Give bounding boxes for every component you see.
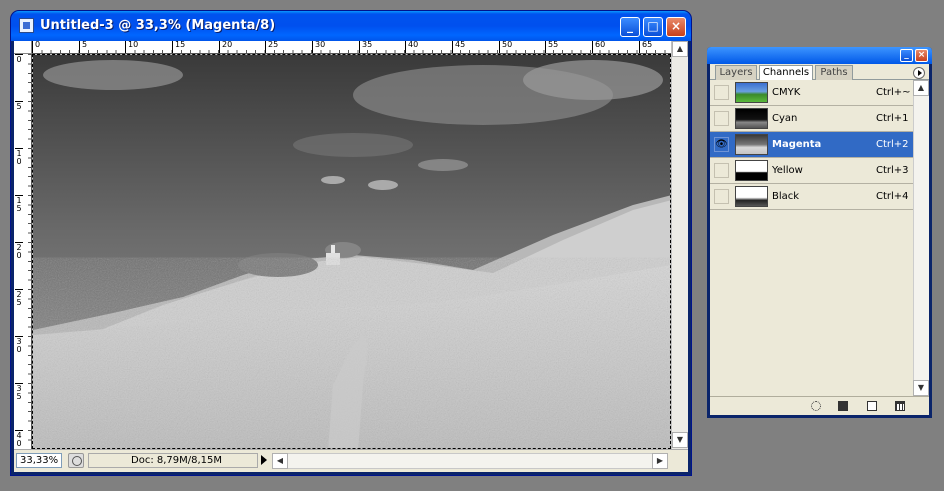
palette-titlebar[interactable]: _ ×	[707, 47, 932, 64]
channel-name: Cyan	[772, 113, 798, 124]
channel-shortcut: Ctrl+~	[876, 87, 911, 98]
ruler-tick-label: 25	[15, 289, 23, 307]
status-bar: 33,33% Doc: 8,79M/8,15M ◀ ▶	[14, 449, 688, 472]
close-button[interactable]: ×	[666, 17, 686, 37]
save-selection-icon[interactable]	[838, 401, 848, 411]
ruler-tick-label: 60	[592, 41, 605, 53]
status-menu-arrow-icon[interactable]	[261, 455, 267, 465]
image-canvas[interactable]	[32, 54, 671, 449]
ruler-tick-label: 0	[15, 54, 23, 64]
visibility-toggle[interactable]	[714, 163, 729, 178]
scroll-up-button[interactable]: ▲	[913, 80, 929, 96]
ruler-tick-label: 40	[405, 41, 418, 53]
horizontal-scrollbar[interactable]: ◀ ▶	[272, 453, 668, 469]
document-title: Untitled-3 @ 33,3% (Magenta/8)	[40, 18, 276, 33]
channel-thumbnail	[735, 82, 768, 103]
visibility-toggle[interactable]	[714, 85, 729, 100]
eye-icon[interactable]: 👁	[714, 137, 729, 152]
scroll-right-button[interactable]: ▶	[652, 453, 668, 469]
ruler-tick-label: 10	[125, 41, 138, 53]
vertical-ruler[interactable]: 0 5 10 15 20 25 30 35 40	[14, 54, 32, 449]
vertical-scrollbar[interactable]: ▲ ▼	[671, 41, 688, 449]
channel-shortcut: Ctrl+4	[876, 191, 909, 202]
channel-row-cmyk[interactable]: CMYK Ctrl+~	[710, 80, 913, 106]
channel-row-yellow[interactable]: Yellow Ctrl+3	[710, 158, 913, 184]
palette-body: Layers Channels Paths CMYK Ctrl+~ Cyan C…	[710, 64, 929, 415]
ruler-tick-label: 20	[219, 41, 232, 53]
horizontal-ruler[interactable]: 0 5 10 15 20 25 30 35 40 45 50 55 60 65	[32, 41, 671, 54]
palette-tabs: Layers Channels Paths	[710, 64, 929, 81]
palette-menu-icon[interactable]	[913, 67, 925, 79]
ruler-tick-label: 15	[172, 41, 185, 53]
document-titlebar[interactable]: Untitled-3 @ 33,3% (Magenta/8) _ □ ×	[11, 11, 691, 41]
channel-thumbnail	[735, 108, 768, 129]
channel-name: Black	[772, 191, 800, 202]
channels-palette: _ × Layers Channels Paths CMYK Ctrl+~ Cy…	[707, 47, 932, 418]
ruler-tick-label: 25	[265, 41, 278, 53]
doc-info: Doc: 8,79M/8,15M	[88, 453, 258, 468]
ruler-tick-label: 65	[639, 41, 652, 53]
palette-scrollbar[interactable]: ▲ ▼	[913, 80, 929, 396]
photoshop-doc-icon	[19, 18, 34, 33]
channel-name: Magenta	[772, 139, 822, 150]
scroll-left-button[interactable]: ◀	[272, 453, 288, 469]
document-body: 0 5 10 15 20 25 30 35 40 45 50 55 60 65 …	[14, 41, 688, 472]
new-channel-icon[interactable]	[867, 401, 877, 411]
palette-minimize-button[interactable]: _	[900, 49, 913, 62]
tab-layers[interactable]: Layers	[715, 65, 757, 80]
channel-shortcut: Ctrl+1	[876, 113, 909, 124]
ruler-tick-label: 55	[545, 41, 558, 53]
channel-name: Yellow	[772, 165, 803, 176]
channel-thumbnail	[735, 160, 768, 181]
palette-close-button[interactable]: ×	[915, 49, 928, 62]
channel-row-black[interactable]: Black Ctrl+4	[710, 184, 913, 210]
ruler-tick-label: 45	[452, 41, 465, 53]
ruler-tick-label: 10	[15, 148, 23, 166]
channel-thumbnail	[735, 134, 768, 155]
ruler-tick-label: 15	[15, 195, 23, 213]
channel-name: CMYK	[772, 87, 801, 98]
maximize-button[interactable]: □	[643, 17, 663, 37]
load-selection-icon[interactable]	[811, 401, 821, 411]
ruler-tick-label: 35	[359, 41, 372, 53]
visibility-toggle[interactable]	[714, 189, 729, 204]
minimize-button[interactable]: _	[620, 17, 640, 37]
document-window: Untitled-3 @ 33,3% (Magenta/8) _ □ × 0 5…	[11, 11, 691, 475]
scroll-down-button[interactable]: ▼	[672, 432, 688, 448]
channel-shortcut: Ctrl+3	[876, 165, 909, 176]
ruler-tick-label: 5	[15, 101, 23, 111]
delete-channel-icon[interactable]	[895, 401, 905, 411]
channel-thumbnail	[735, 186, 768, 207]
palette-footer	[710, 396, 929, 415]
magenta-channel-image	[33, 55, 670, 448]
tab-channels[interactable]: Channels	[759, 65, 813, 81]
channel-row-magenta[interactable]: 👁 Magenta Ctrl+2	[710, 132, 913, 158]
scroll-up-button[interactable]: ▲	[672, 41, 688, 57]
status-icon[interactable]	[68, 453, 84, 468]
scroll-down-button[interactable]: ▼	[913, 380, 929, 396]
channel-row-cyan[interactable]: Cyan Ctrl+1	[710, 106, 913, 132]
ruler-tick-label: 20	[15, 242, 23, 260]
visibility-toggle[interactable]	[714, 111, 729, 126]
ruler-tick-label: 5	[79, 41, 87, 53]
zoom-field[interactable]: 33,33%	[16, 453, 62, 468]
channel-shortcut: Ctrl+2	[876, 139, 909, 150]
ruler-tick-label: 30	[312, 41, 325, 53]
channel-list: CMYK Ctrl+~ Cyan Ctrl+1 👁 Magenta Ctrl+2…	[710, 80, 913, 396]
tab-paths[interactable]: Paths	[815, 65, 853, 80]
ruler-tick-label: 50	[499, 41, 512, 53]
ruler-tick-label: 30	[15, 336, 23, 354]
ruler-tick-label: 0	[32, 41, 40, 53]
ruler-tick-label: 40	[15, 430, 23, 448]
ruler-origin[interactable]	[14, 41, 32, 54]
ruler-tick-label: 35	[15, 383, 23, 401]
